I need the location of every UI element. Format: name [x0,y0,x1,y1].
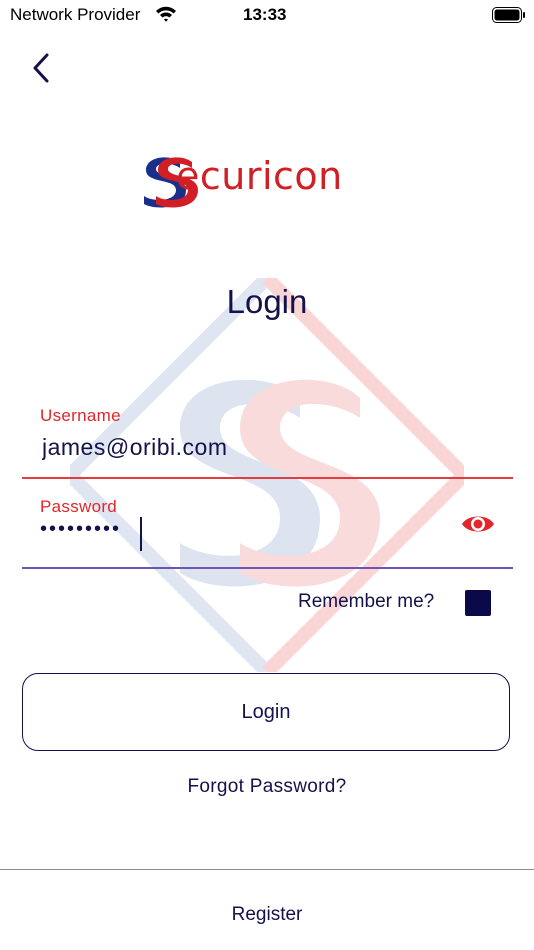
carrier-name: Network Provider [10,5,141,24]
register-link[interactable]: Register [0,904,534,926]
login-button[interactable]: Login [22,673,510,751]
brand-logo: ecuricon [140,150,400,210]
logo-wordmark: ecuricon [176,154,343,198]
back-button[interactable] [24,50,58,86]
status-bar: Network Provider 13:33 [0,0,534,32]
text-caret [140,517,142,551]
show-password-button[interactable] [460,509,496,539]
wifi-icon [155,5,177,28]
password-label: Password [40,497,118,516]
remember-me-label: Remember me? [298,591,435,612]
remember-me-checkbox[interactable] [465,590,491,616]
bottom-divider [0,869,534,870]
clock-time: 13:33 [243,5,287,24]
forgot-password-link[interactable]: Forgot Password? [0,776,534,798]
password-field[interactable]: ••••••••• [40,518,121,552]
eye-icon [462,516,494,532]
username-label: Username [40,406,121,425]
password-underline [22,567,513,569]
username-underline [22,477,513,479]
chevron-left-icon [33,53,49,83]
username-field[interactable] [40,430,504,464]
battery-icon [492,7,526,28]
page-title: Login [226,283,308,320]
